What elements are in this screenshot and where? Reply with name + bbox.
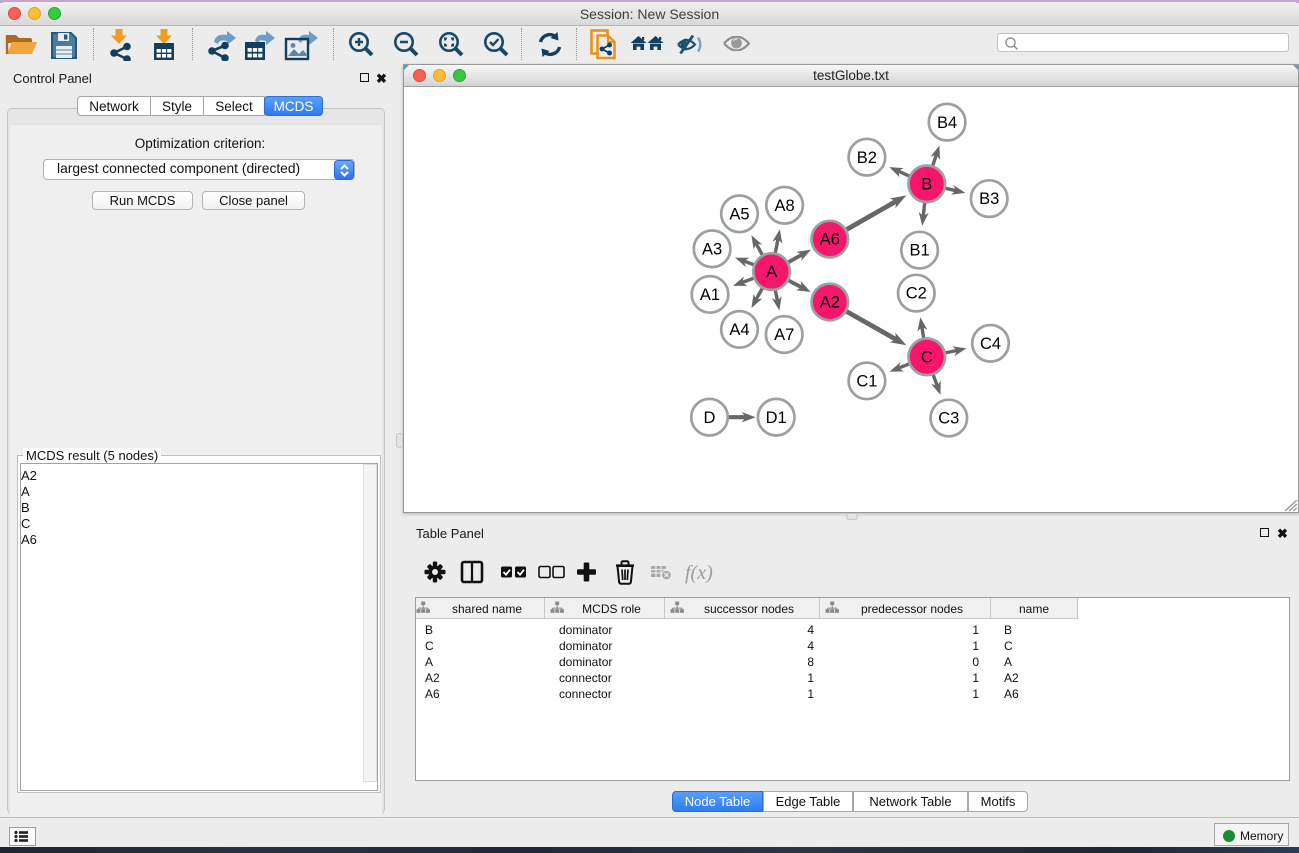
svg-text:D: D bbox=[704, 409, 716, 427]
svg-text:B2: B2 bbox=[857, 149, 877, 167]
svg-text:A5: A5 bbox=[729, 205, 749, 223]
svg-text:C4: C4 bbox=[980, 335, 1001, 353]
svg-text:A1: A1 bbox=[700, 286, 720, 304]
svg-text:A: A bbox=[766, 263, 777, 281]
svg-text:f(x): f(x) bbox=[685, 562, 713, 584]
svg-text:C2: C2 bbox=[906, 285, 927, 303]
svg-text:B3: B3 bbox=[979, 190, 999, 208]
svg-text:B4: B4 bbox=[937, 114, 957, 132]
svg-text:C: C bbox=[921, 348, 933, 366]
svg-text:A7: A7 bbox=[774, 326, 794, 344]
svg-text:A6: A6 bbox=[820, 231, 840, 249]
svg-text:A4: A4 bbox=[729, 321, 749, 339]
svg-text:A2: A2 bbox=[820, 294, 840, 312]
svg-text:A8: A8 bbox=[775, 197, 795, 215]
svg-text:C3: C3 bbox=[938, 410, 959, 428]
svg-text:B: B bbox=[921, 175, 932, 193]
svg-text:B1: B1 bbox=[910, 242, 930, 260]
svg-text:A3: A3 bbox=[702, 240, 722, 258]
svg-text:C1: C1 bbox=[856, 373, 877, 391]
svg-text:D1: D1 bbox=[766, 409, 787, 427]
